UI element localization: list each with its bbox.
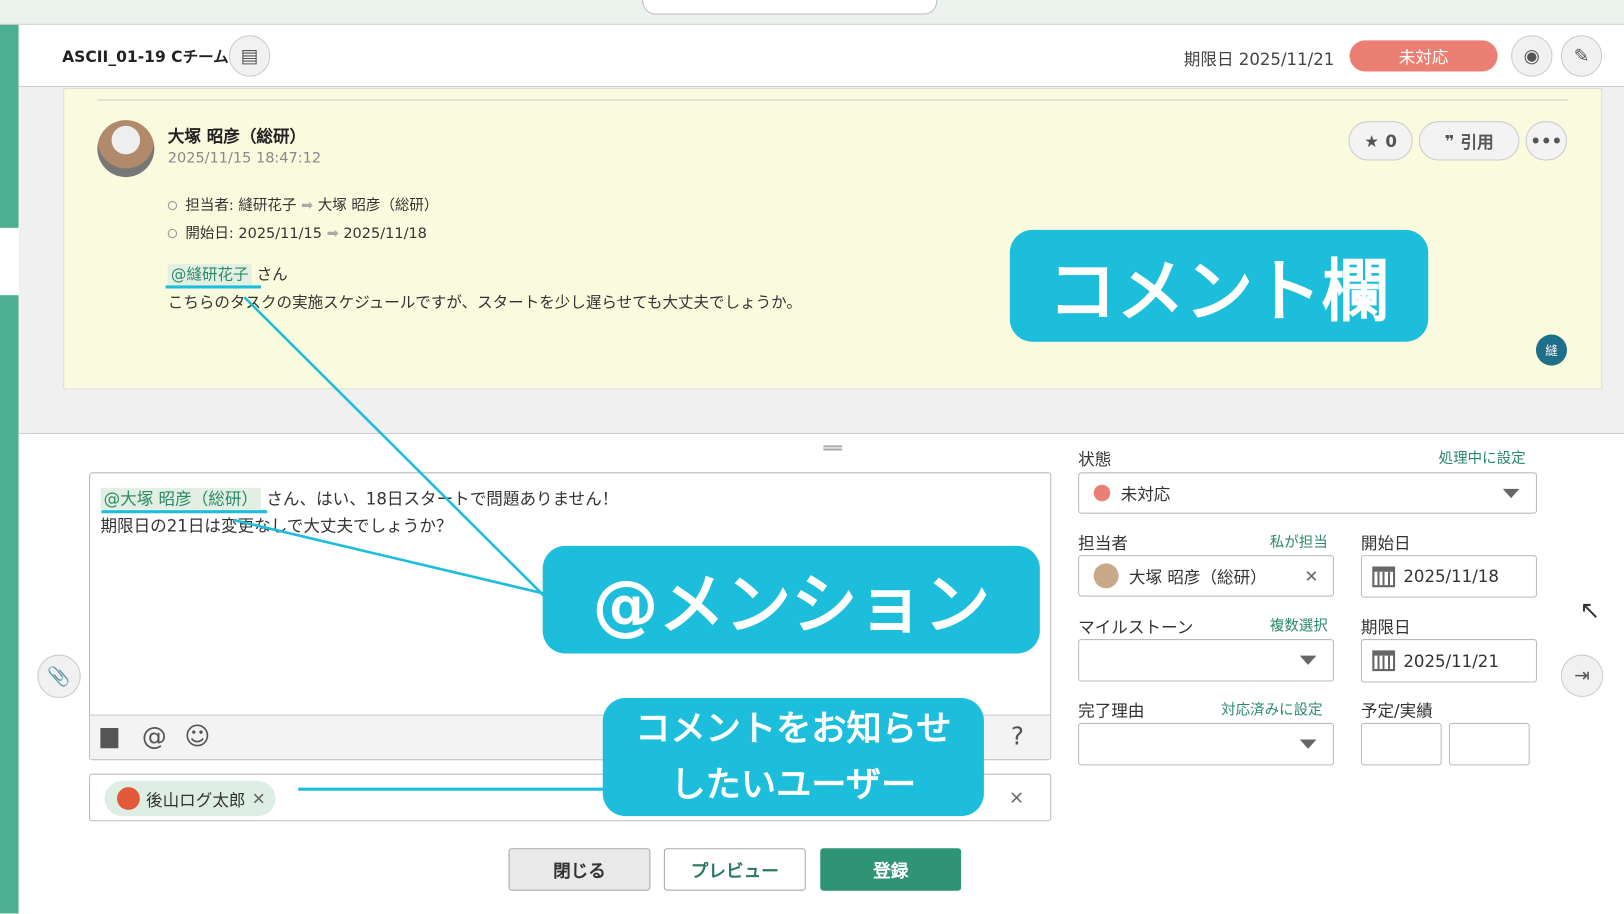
mention-callout: @メンション [542, 545, 1040, 654]
notify-users-callout: コメントをお知らせ したいユーザー [602, 698, 984, 817]
comment-area-callout: コメント欄 [1009, 229, 1429, 342]
